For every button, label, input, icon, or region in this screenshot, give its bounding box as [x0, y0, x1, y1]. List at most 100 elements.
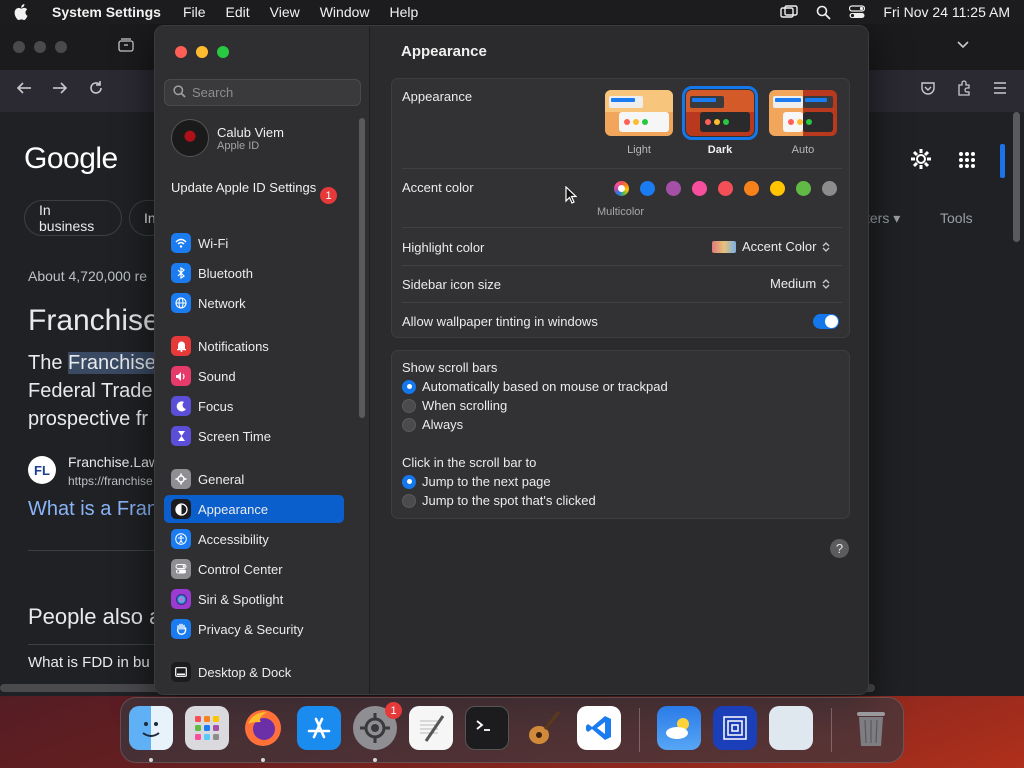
screen-sharing-icon[interactable]	[713, 706, 757, 750]
textedit-icon[interactable]	[409, 706, 453, 750]
menu-datetime[interactable]: Fri Nov 24 11:25 AM	[883, 4, 1010, 20]
radio-jump-to-spot[interactable]: Jump to the spot that's clicked	[402, 493, 596, 508]
screen-mirroring-icon[interactable]	[780, 5, 799, 19]
radio-scroll-always[interactable]: Always	[402, 417, 463, 432]
pocket-icon[interactable]	[920, 81, 936, 101]
finder-icon[interactable]	[129, 706, 173, 750]
menu-help[interactable]: Help	[390, 4, 419, 20]
appearance-light-thumb[interactable]	[605, 90, 673, 136]
sidebar-item-network[interactable]: Network	[164, 289, 344, 317]
sidebar-item-accessibility[interactable]: Accessibility	[164, 525, 344, 553]
apple-logo-icon[interactable]	[14, 4, 30, 20]
accent-swatch-purple[interactable]	[666, 181, 681, 196]
highlight-color-popup[interactable]: Accent Color	[712, 239, 830, 254]
accent-swatch-red[interactable]	[718, 181, 733, 196]
para-prefix: The	[28, 352, 69, 374]
firefox-icon[interactable]	[241, 706, 285, 750]
menu-window[interactable]: Window	[320, 4, 370, 20]
sidebar-item-bluetooth[interactable]: Bluetooth	[164, 259, 344, 287]
radio-button[interactable]	[402, 398, 416, 413]
menu-file[interactable]: File	[183, 4, 206, 20]
radio-scroll-when-scrolling[interactable]: When scrolling	[402, 398, 507, 413]
result-link[interactable]: What is a Fran	[28, 498, 158, 521]
radio-scroll-automatic[interactable]: Automatically based on mouse or trackpad	[402, 379, 668, 394]
filters-label[interactable]: ters ▾	[866, 210, 900, 227]
window-controls	[175, 46, 229, 58]
reload-icon[interactable]	[88, 80, 104, 101]
garageband-icon[interactable]	[521, 706, 565, 750]
browser-zoom-button[interactable]	[55, 41, 67, 53]
launchpad-icon[interactable]	[185, 706, 229, 750]
update-apple-id-settings[interactable]: Update Apple ID Settings	[171, 180, 341, 196]
browser-vertical-scrollbar[interactable]	[1013, 112, 1020, 242]
sidebar-item-wi-fi[interactable]: Wi-Fi	[164, 229, 344, 257]
sidebar-item-privacy-security[interactable]: Privacy & Security	[164, 615, 344, 643]
control-center-icon[interactable]	[849, 5, 866, 19]
accent-swatch-blue[interactable]	[640, 181, 655, 196]
wallpaper-tinting-toggle[interactable]	[813, 314, 839, 329]
app-store-icon[interactable]	[297, 706, 341, 750]
google-logo[interactable]: Google	[24, 142, 118, 176]
settings-dock-badge: 1	[385, 702, 402, 719]
sidebar-item-sound[interactable]: Sound	[164, 362, 344, 390]
sidebar-search[interactable]	[164, 79, 361, 106]
spotlight-search-icon[interactable]	[816, 5, 832, 20]
menu-view[interactable]: View	[270, 4, 300, 20]
accent-swatch-green[interactable]	[796, 181, 811, 196]
extensions-icon[interactable]	[956, 80, 972, 101]
terminal-icon[interactable]	[465, 706, 509, 750]
sidebar-item-notifications[interactable]: Notifications	[164, 332, 344, 360]
menu-app-name[interactable]: System Settings	[52, 4, 161, 20]
help-button[interactable]: ?	[830, 539, 849, 558]
accent-swatch-pink[interactable]	[692, 181, 707, 196]
minimize-button[interactable]	[196, 46, 208, 58]
search-input[interactable]	[192, 85, 352, 100]
sidebar-item-siri-spotlight[interactable]: Siri & Spotlight	[164, 585, 344, 613]
icon-size-popup[interactable]: Medium	[770, 276, 830, 291]
site-name[interactable]: Franchise.Law	[68, 454, 159, 470]
sidebar-item-control-center[interactable]: Control Center	[164, 555, 344, 583]
accent-swatch-yellow[interactable]	[770, 181, 785, 196]
highlight-value: Accent Color	[742, 239, 817, 254]
browser-close-button[interactable]	[13, 41, 25, 53]
apple-id-profile[interactable]: Calub Viem Apple ID	[171, 119, 284, 157]
back-arrow-icon[interactable]	[16, 81, 32, 100]
chevron-down-icon[interactable]	[956, 37, 970, 55]
sidebar-item-general[interactable]: General	[164, 465, 344, 493]
radio-button[interactable]	[402, 493, 416, 508]
sidebar-item-screen-time[interactable]: Screen Time	[164, 422, 344, 450]
accent-swatch-graphite[interactable]	[822, 181, 837, 196]
paa-question[interactable]: What is FDD in bu	[28, 654, 150, 671]
zoom-button[interactable]	[217, 46, 229, 58]
forward-arrow-icon[interactable]	[52, 81, 68, 100]
radio-jump-next-page[interactable]: Jump to the next page	[402, 474, 551, 489]
menu-edit[interactable]: Edit	[226, 4, 250, 20]
preview-icon[interactable]	[769, 706, 813, 750]
settings-gear-icon[interactable]	[910, 148, 932, 175]
sidebar-scrollbar[interactable]	[359, 118, 365, 418]
tools-button[interactable]: Tools	[940, 210, 973, 226]
radio-button[interactable]	[402, 379, 416, 394]
radio-button[interactable]	[402, 474, 416, 489]
appearance-dark-thumb[interactable]	[682, 86, 758, 140]
hamburger-menu-icon[interactable]	[992, 81, 1008, 100]
site-favicon[interactable]: FL	[28, 456, 56, 484]
sidebar-item-desktop-dock[interactable]: Desktop & Dock	[164, 658, 344, 686]
sidebar-item-appearance[interactable]: Appearance	[164, 495, 344, 523]
trash-icon[interactable]	[849, 706, 893, 750]
tab-overview-icon[interactable]	[118, 38, 134, 57]
apps-grid-icon[interactable]	[958, 151, 976, 174]
radio-button[interactable]	[402, 417, 416, 432]
close-button[interactable]	[175, 46, 187, 58]
appearance-auto-thumb[interactable]	[769, 90, 837, 136]
site-url[interactable]: https://franchise	[68, 474, 153, 488]
accent-multicolor-swatch[interactable]	[614, 181, 629, 196]
browser-minimize-button[interactable]	[34, 41, 46, 53]
weather-icon[interactable]	[657, 706, 701, 750]
filter-chip-in-business[interactable]: In business	[24, 200, 122, 236]
accessibility-icon	[171, 529, 191, 549]
sidebar-item-focus[interactable]: Focus	[164, 392, 344, 420]
para-highlight: Franchise	[68, 352, 156, 374]
vscode-icon[interactable]	[577, 706, 621, 750]
accent-swatch-orange[interactable]	[744, 181, 759, 196]
